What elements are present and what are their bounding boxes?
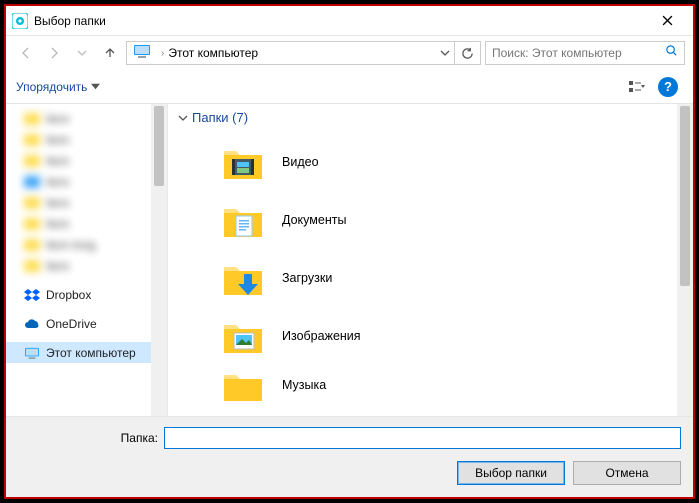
sidebar-item[interactable]: Item long (6, 234, 167, 255)
folder-item-images[interactable]: Изображения (172, 307, 689, 365)
sidebar-item-thispc[interactable]: Этот компьютер (6, 342, 167, 363)
sidebar-item-onedrive[interactable]: OneDrive (6, 313, 167, 334)
main-scrollbar[interactable] (677, 104, 693, 416)
group-header-label: Папки (7) (192, 110, 248, 125)
sidebar-item-dropbox[interactable]: Dropbox (6, 284, 167, 305)
folder-input[interactable] (164, 427, 681, 449)
folder-item-downloads[interactable]: Загрузки (172, 249, 689, 307)
onedrive-icon (24, 316, 40, 332)
sidebar: Item Item Item Item Item Item Item long … (6, 104, 168, 416)
sidebar-label: Этот компьютер (46, 346, 136, 360)
main-pane: Папки (7) Видео Документы Загрузки (168, 104, 693, 416)
documents-folder-icon (222, 199, 264, 241)
search-icon (665, 44, 678, 62)
video-folder-icon (222, 141, 264, 183)
titlebar: Выбор папки (6, 6, 693, 36)
view-mode-button[interactable] (623, 75, 653, 99)
forward-button[interactable] (42, 41, 66, 65)
folder-label: Документы (282, 213, 346, 227)
folder-label: Изображения (282, 329, 361, 343)
refresh-button[interactable] (454, 42, 480, 64)
navbar: › Этот компьютер (6, 36, 693, 70)
up-button[interactable] (98, 41, 122, 65)
help-button[interactable]: ? (653, 75, 683, 99)
folder-item-documents[interactable]: Документы (172, 191, 689, 249)
window-title: Выбор папки (34, 14, 647, 28)
recent-dropdown[interactable] (70, 41, 94, 65)
breadcrumb-separator-icon: › (161, 48, 164, 59)
folder-item-music[interactable]: Музыка (172, 365, 689, 405)
organize-menu[interactable]: Упорядочить (16, 80, 100, 94)
toolbar: Упорядочить ? (6, 70, 693, 104)
folder-label: Загрузки (282, 271, 332, 285)
search-box[interactable] (485, 41, 685, 65)
downloads-folder-icon (222, 257, 264, 299)
help-icon: ? (658, 77, 678, 97)
back-button[interactable] (14, 41, 38, 65)
folder-input-label: Папка: (18, 431, 158, 445)
sidebar-item[interactable]: Item (6, 192, 167, 213)
cancel-button[interactable]: Отмена (573, 461, 681, 485)
chevron-down-icon (178, 113, 188, 123)
sidebar-label: Dropbox (46, 288, 91, 302)
folder-item-video[interactable]: Видео (172, 133, 689, 191)
app-icon (12, 13, 28, 29)
music-folder-icon (222, 369, 264, 401)
breadcrumb-item[interactable]: Этот компьютер (168, 46, 258, 60)
sidebar-item[interactable]: Item (6, 213, 167, 234)
organize-label: Упорядочить (16, 80, 87, 94)
search-input[interactable] (492, 46, 665, 60)
sidebar-label: OneDrive (46, 317, 97, 331)
address-dropdown[interactable] (436, 48, 454, 58)
sidebar-item[interactable]: Item (6, 108, 167, 129)
pc-icon (133, 44, 151, 63)
folder-label: Видео (282, 155, 319, 169)
bottom-bar: Папка: Выбор папки Отмена (6, 416, 693, 497)
dropbox-icon (24, 287, 40, 303)
close-button[interactable] (647, 7, 687, 35)
sidebar-item[interactable]: Item (6, 129, 167, 150)
address-bar[interactable]: › Этот компьютер (126, 41, 481, 65)
group-header-folders[interactable]: Папки (7) (172, 110, 689, 125)
pc-icon (24, 345, 40, 361)
sidebar-item[interactable]: Item (6, 171, 167, 192)
sidebar-item[interactable]: Item (6, 255, 167, 276)
select-folder-button[interactable]: Выбор папки (457, 461, 565, 485)
folder-label: Музыка (282, 378, 326, 392)
sidebar-scrollbar[interactable] (151, 104, 167, 416)
images-folder-icon (222, 315, 264, 357)
sidebar-item[interactable]: Item (6, 150, 167, 171)
